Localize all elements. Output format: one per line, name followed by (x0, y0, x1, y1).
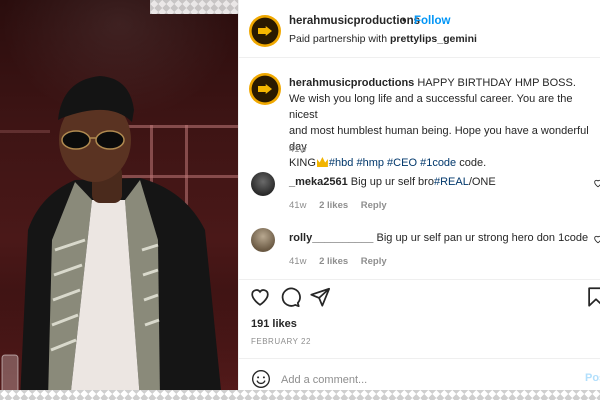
caption-line2: We wish you long life and a successful c… (289, 93, 573, 121)
logo-arrow-icon (258, 26, 272, 36)
comment-item: _meka2561 Big up ur self bro#REAL/ONE 41… (239, 172, 600, 222)
comment-body: Big up ur self pan ur strong hero don 1c… (376, 232, 589, 244)
post-detail-panel: herahmusicproductions • Follow Paid part… (238, 0, 600, 400)
caption-username[interactable]: herahmusicproductions (289, 77, 414, 89)
partner-username[interactable]: prettylips_gemini (390, 33, 477, 45)
emoji-icon[interactable] (251, 369, 271, 389)
comment-body-tail: /ONE (468, 176, 496, 188)
comment-timestamp[interactable]: 41w (289, 256, 306, 267)
sunglass-left (61, 130, 91, 150)
reply-button[interactable]: Reply (361, 256, 387, 267)
glass (1, 354, 19, 396)
comment-icon[interactable] (279, 286, 301, 308)
commenter-avatar[interactable] (251, 228, 275, 252)
hashtag-link[interactable]: #hbd (329, 157, 353, 169)
post-photo[interactable] (0, 0, 238, 400)
crown-emoji-icon (316, 157, 328, 167)
commenter-avatar[interactable] (251, 172, 275, 196)
bookmark-icon[interactable] (585, 286, 600, 308)
comment-item: rolly__________ Big up ur self pan ur st… (239, 228, 600, 278)
image-edge-artifact (150, 0, 240, 14)
comment-meta: 41w 2 likes Reply (289, 200, 397, 211)
hashtag-link[interactable]: #REAL (434, 176, 469, 188)
share-icon[interactable] (309, 286, 331, 308)
comment-meta: 41w 2 likes Reply (289, 256, 397, 267)
comment-text: rolly__________ Big up ur self pan ur st… (289, 232, 588, 244)
comment-text: _meka2561 Big up ur self bro#REAL/ONE (289, 176, 496, 188)
reply-button[interactable]: Reply (361, 200, 387, 211)
post-action-bar (239, 279, 600, 315)
add-comment-input[interactable] (281, 370, 551, 390)
post-comment-button[interactable]: Post (585, 372, 600, 384)
comment-timestamp[interactable]: 41w (289, 200, 306, 211)
caption-timestamp[interactable]: 41w (289, 144, 306, 155)
post-date[interactable]: FEBRUARY 22 (251, 337, 311, 346)
comment-body: Big up ur self bro (350, 176, 434, 188)
image-edge-artifact (0, 390, 600, 400)
heart-icon[interactable] (249, 286, 271, 308)
comment-heart-icon[interactable] (593, 234, 600, 244)
separator-dot: • (402, 15, 407, 27)
hashtag-link[interactable]: #hmp (356, 157, 384, 169)
follow-button[interactable]: Follow (414, 15, 450, 27)
comment-likes[interactable]: 2 likes (319, 256, 348, 267)
partnership-prefix: Paid partnership with (289, 33, 388, 45)
likes-count[interactable]: 191 likes (251, 318, 297, 330)
paid-partnership-label: Paid partnership with prettylips_gemini (289, 33, 477, 45)
caption-king: KING (289, 157, 316, 169)
hashtag-link[interactable]: #CEO (387, 157, 417, 169)
comment-likes[interactable]: 2 likes (319, 200, 348, 211)
caption-avatar[interactable] (249, 73, 281, 105)
caption-line1: HAPPY BIRTHDAY HMP BOSS. (417, 77, 576, 89)
header-username[interactable]: herahmusicproductions (289, 15, 420, 27)
post-header: herahmusicproductions • Follow Paid part… (239, 0, 600, 58)
sunglass-right (95, 130, 125, 150)
caption-text: herahmusicproductions HAPPY BIRTHDAY HMP… (289, 75, 597, 171)
hashtag-link[interactable]: #1code (420, 157, 456, 169)
commenter-username[interactable]: _meka2561 (289, 176, 348, 188)
caption-line3: and most humblest human being. Hope you … (289, 125, 589, 153)
comment-heart-icon[interactable] (593, 178, 600, 188)
logo-arrow-icon (258, 84, 272, 94)
caption-tail: code. (459, 157, 487, 169)
account-avatar[interactable] (249, 15, 281, 47)
person-illustration (1, 76, 222, 400)
commenter-username[interactable]: rolly__________ (289, 232, 373, 244)
